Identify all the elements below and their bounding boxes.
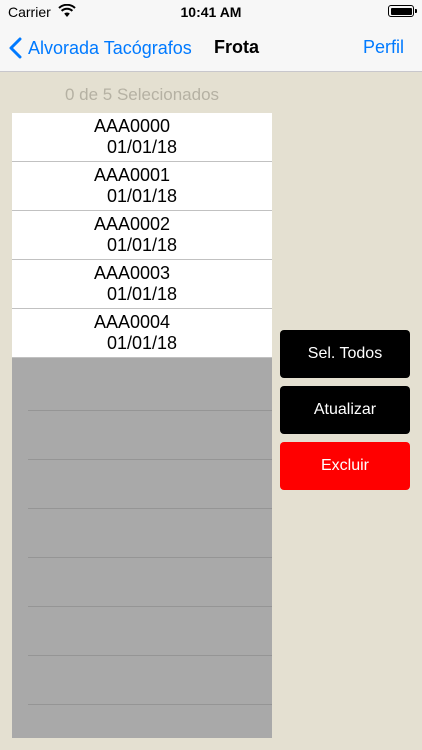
page-title: Frota (214, 37, 259, 57)
vehicle-plate: AAA0004 (93, 312, 171, 332)
battery-icon (388, 5, 417, 17)
vehicle-date: 01/01/18 (106, 235, 178, 255)
vehicle-plate: AAA0000 (93, 116, 171, 136)
select-all-button[interactable]: Sel. Todos (280, 330, 410, 378)
vehicle-row[interactable]: AAA0000 01/01/18 (12, 113, 272, 162)
refresh-button[interactable]: Atualizar (280, 386, 410, 434)
empty-row-separator (28, 459, 272, 460)
empty-row-separator (28, 508, 272, 509)
vehicle-row[interactable]: AAA0001 01/01/18 (12, 162, 272, 211)
vehicle-date: 01/01/18 (106, 186, 178, 206)
empty-row-separator (28, 557, 272, 558)
vehicle-date: 01/01/18 (106, 333, 178, 353)
vehicle-plate: AAA0003 (93, 263, 171, 283)
status-bar: Carrier 10:41 AM (0, 0, 422, 24)
empty-row-separator (28, 606, 272, 607)
empty-row-separator (28, 410, 272, 411)
chevron-left-icon (9, 37, 22, 59)
navigation-bar: Alvorada Tacógrafos Frota Perfil (0, 24, 422, 72)
vehicle-date: 01/01/18 (106, 284, 178, 304)
vehicle-date: 01/01/18 (106, 137, 178, 157)
vehicle-row[interactable]: AAA0002 01/01/18 (12, 211, 272, 260)
empty-row-separator (28, 704, 272, 705)
vehicle-plate: AAA0002 (93, 214, 171, 234)
selection-count: 0 de 5 Selecionados (64, 85, 220, 104)
profile-button[interactable]: Perfil (363, 37, 404, 58)
vehicle-row[interactable]: AAA0004 01/01/18 (12, 309, 272, 358)
vehicle-row[interactable]: AAA0003 01/01/18 (12, 260, 272, 309)
vehicle-plate: AAA0001 (93, 165, 171, 185)
back-button[interactable]: Alvorada Tacógrafos (8, 34, 192, 62)
delete-button[interactable]: Excluir (280, 442, 410, 490)
back-button-label: Alvorada Tacógrafos (28, 37, 192, 58)
empty-row-separator (28, 655, 272, 656)
vehicle-list[interactable]: AAA0000 01/01/18 AAA0001 01/01/18 AAA000… (12, 113, 272, 738)
clock: 10:41 AM (180, 4, 242, 20)
